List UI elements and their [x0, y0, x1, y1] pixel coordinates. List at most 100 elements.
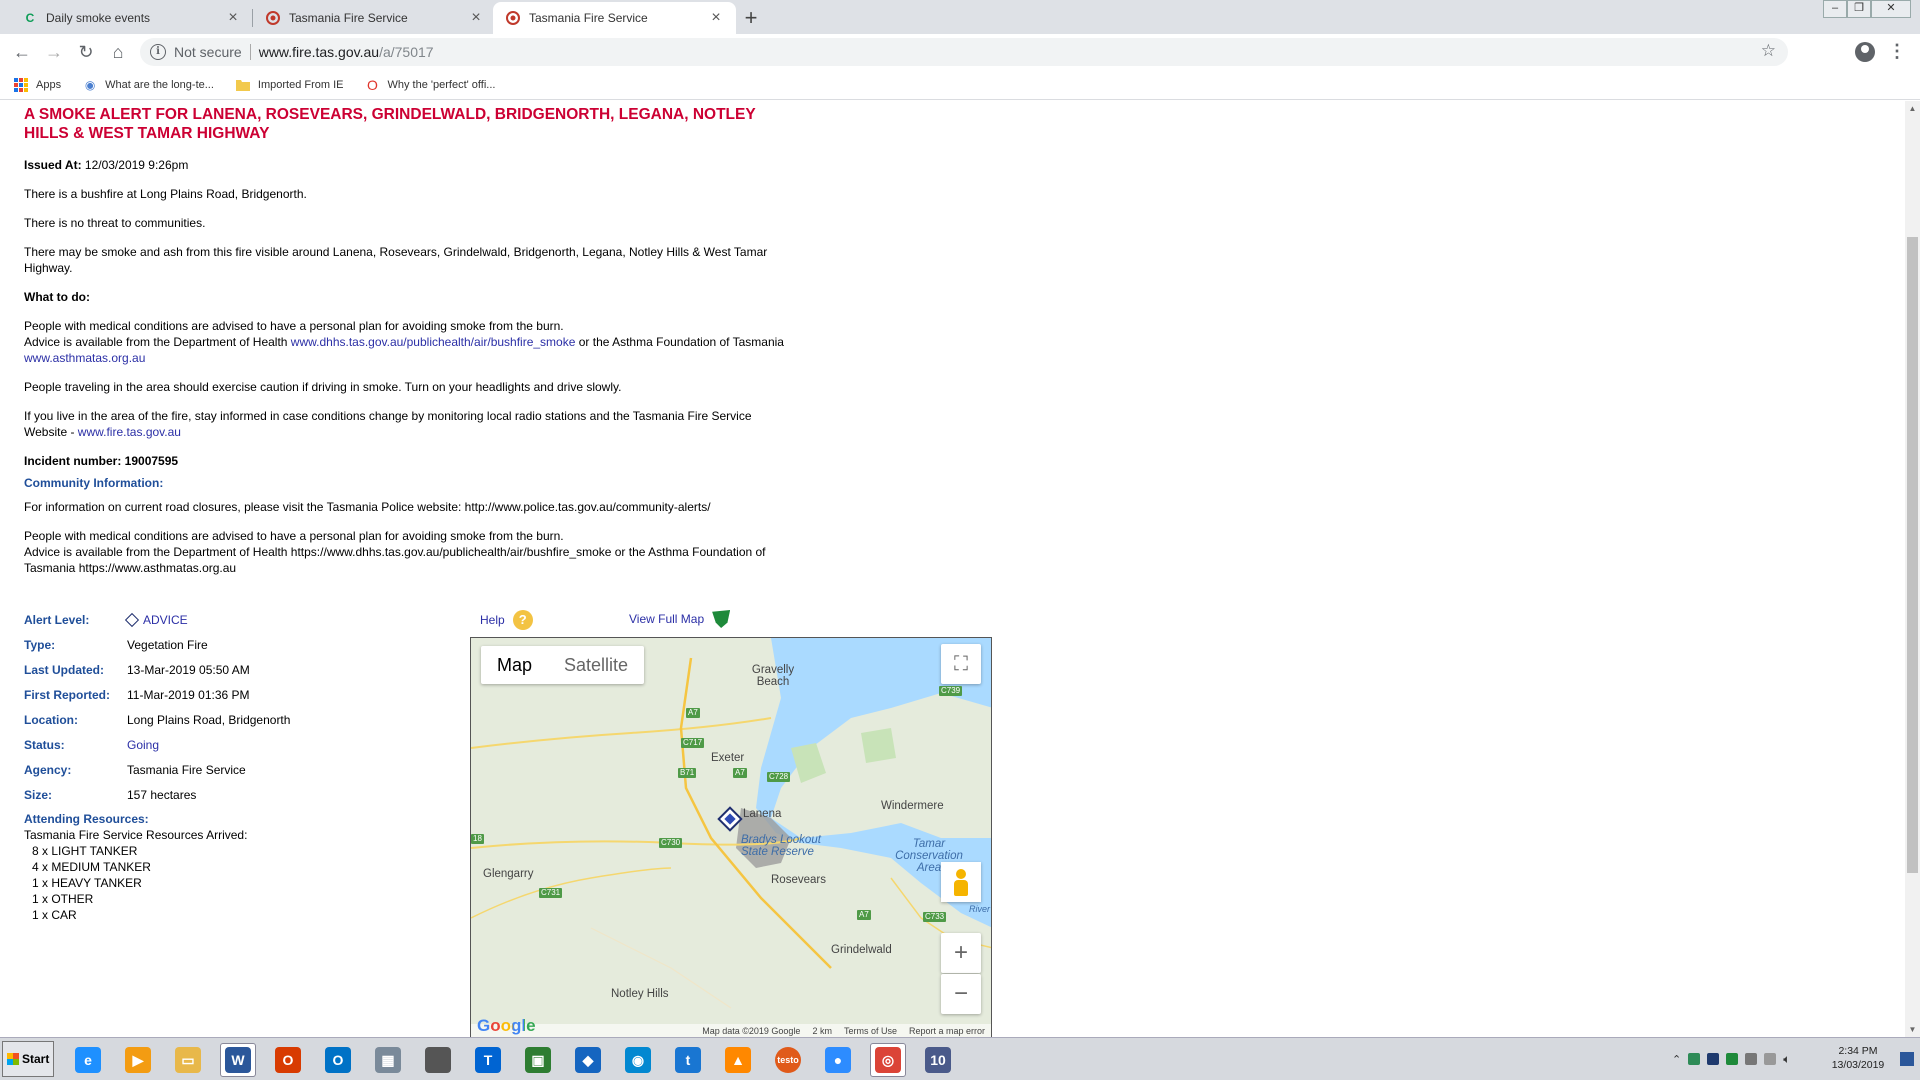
notification-icon[interactable]: [1900, 1052, 1914, 1066]
incident-map[interactable]: Map Satellite ⛶ + − Gravelly Beach Exete…: [470, 637, 992, 1037]
taskbar-app-zoom[interactable]: ●: [820, 1043, 856, 1077]
map-place-label: Bradys Lookout State Reserve: [741, 834, 821, 858]
medical-text: People with medical conditions are advis…: [24, 319, 564, 333]
bookmark-perfect-office[interactable]: O Why the 'perfect' offi...: [366, 77, 495, 93]
info-icon[interactable]: i: [150, 44, 166, 60]
volume-icon[interactable]: 🔈︎: [1783, 1052, 1790, 1067]
scroll-down-arrow-icon[interactable]: ▼: [1905, 1022, 1920, 1037]
page-content: A SMOKE ALERT FOR LANENA, ROSEVEARS, GRI…: [0, 101, 1905, 1037]
tray-shield-icon[interactable]: [1726, 1053, 1739, 1065]
taskbar-app-chrome[interactable]: ◎: [870, 1043, 906, 1077]
taskbar-app-word[interactable]: W: [220, 1043, 256, 1077]
para-stay-informed: If you live in the area of the fire, sta…: [24, 408, 784, 440]
taskbar-app-cube[interactable]: ◆: [570, 1043, 606, 1077]
map-report-error-link[interactable]: Report a map error: [909, 1026, 985, 1036]
forward-arrow-icon[interactable]: →: [40, 38, 68, 66]
map-toggle-satellite[interactable]: Satellite: [548, 646, 644, 684]
start-button[interactable]: Start: [2, 1041, 54, 1077]
close-icon[interactable]: ×: [225, 10, 241, 26]
taskbar-app-outlook[interactable]: O: [320, 1043, 356, 1077]
address-bar[interactable]: i Not secure www.fire.tas.gov.au/a/75017…: [140, 38, 1788, 66]
clock-time: 2:34 PM: [1838, 1045, 1878, 1057]
detail-first-reported: First Reported: 11-Mar-2019 01:36 PM: [24, 682, 404, 707]
zoom-in-button[interactable]: +: [941, 933, 981, 973]
vertical-scrollbar[interactable]: ▲ ▼: [1905, 101, 1920, 1037]
detail-agency: Agency: Tasmania Fire Service: [24, 757, 404, 782]
bookmark-imported-from-ie[interactable]: Imported From IE: [235, 78, 344, 92]
map-place-label: Glengarry: [483, 868, 534, 880]
map-terms-link[interactable]: Terms of Use: [844, 1026, 897, 1036]
incident-number: Incident number: 19007595: [24, 453, 784, 469]
fullscreen-icon[interactable]: ⛶: [941, 644, 981, 684]
bookmark-apps[interactable]: Apps: [14, 77, 61, 92]
cloudcannon-favicon-icon: C: [25, 11, 35, 25]
scroll-up-arrow-icon[interactable]: ▲: [1905, 101, 1920, 116]
map-place-label: Rosevears: [771, 874, 826, 886]
calculator-icon: ▦: [375, 1047, 401, 1073]
map-toggle-map[interactable]: Map: [481, 646, 548, 684]
start-label: Start: [22, 1052, 50, 1066]
incident-label: Incident number: 19007595: [24, 454, 179, 468]
taskbar-app-winrar[interactable]: 10: [920, 1043, 956, 1077]
detail-type: Type: Vegetation Fire: [24, 632, 404, 657]
road-shield: C733: [923, 912, 947, 922]
close-icon[interactable]: ×: [468, 10, 484, 26]
road-shield: A7: [686, 708, 700, 718]
fire-tas-link[interactable]: www.fire.tas.gov.au: [78, 425, 181, 439]
community-road-closures: For information on current road closures…: [24, 500, 711, 514]
taskbar-app-vlc[interactable]: ▲: [720, 1043, 756, 1077]
tray-display-icon[interactable]: [1764, 1053, 1777, 1065]
taskbar-app-camera[interactable]: ◉: [620, 1043, 656, 1077]
restore-icon[interactable]: ❐: [1847, 0, 1871, 18]
bookmark-label: Imported From IE: [257, 78, 344, 91]
system-clock[interactable]: 2:34 PM 13/03/2019: [1826, 1044, 1890, 1072]
detail-label: Size:: [24, 787, 53, 802]
dhhs-link[interactable]: www.dhhs.tas.gov.au/publichealth/air/bus…: [291, 335, 576, 349]
home-icon[interactable]: ⌂: [104, 38, 132, 66]
security-indicator[interactable]: Not secure: [174, 44, 242, 60]
taskbar-app-internet-explorer[interactable]: e: [70, 1043, 106, 1077]
detail-value: 157 hectares: [127, 787, 197, 802]
new-tab-button[interactable]: +: [737, 4, 765, 32]
scrollbar-thumb[interactable]: [1907, 237, 1918, 873]
detail-alert-level: Alert Level: ADVICE: [24, 607, 404, 632]
help-link[interactable]: Help ?: [480, 610, 533, 630]
back-arrow-icon[interactable]: ←: [8, 38, 36, 66]
taskbar-app-t-app[interactable]: t: [670, 1043, 706, 1077]
bookmark-star-icon[interactable]: ☆: [1761, 41, 1776, 61]
view-full-map-link[interactable]: View Full Map: [629, 610, 731, 628]
tray-network-icon[interactable]: [1745, 1053, 1758, 1065]
tray-security-icon[interactable]: [1688, 1053, 1701, 1065]
tab-tasmania-fire-service-1[interactable]: Tasmania Fire Service ×: [253, 2, 496, 34]
taskbar-app-calculator[interactable]: ▦: [370, 1043, 406, 1077]
zoom-out-button[interactable]: −: [941, 974, 981, 1014]
tray-expand-icon[interactable]: ⌃: [1672, 1053, 1681, 1066]
taskbar-app-media-player[interactable]: ▶: [120, 1043, 156, 1077]
taskbar-app-telstra[interactable]: T: [470, 1043, 506, 1077]
taskbar-app-office[interactable]: O: [270, 1043, 306, 1077]
taskbar-app-apple[interactable]: [420, 1043, 456, 1077]
asthmatas-link[interactable]: www.asthmatas.org.au: [24, 351, 145, 365]
chrome-icon: ◎: [875, 1047, 901, 1073]
minimize-icon[interactable]: –: [1823, 0, 1847, 18]
profile-avatar-icon[interactable]: [1855, 42, 1875, 62]
map-type-toggle: Map Satellite: [481, 646, 645, 684]
tab-tasmania-fire-service-2[interactable]: Tasmania Fire Service ×: [493, 2, 736, 34]
alert-title: A SMOKE ALERT FOR LANENA, ROSEVEARS, GRI…: [24, 106, 756, 142]
bookmark-long-term[interactable]: ◉ What are the long-te...: [83, 78, 214, 92]
road-shield: C717: [681, 738, 705, 748]
taskbar-app-app[interactable]: ▣: [520, 1043, 556, 1077]
taskbar-app-file-explorer[interactable]: ▭: [170, 1043, 206, 1077]
tray-app-icon[interactable]: [1707, 1053, 1720, 1065]
close-window-icon[interactable]: ✕: [1871, 0, 1911, 18]
detail-status: Status: Going: [24, 732, 404, 757]
testo-icon: testo: [775, 1047, 801, 1073]
detail-value[interactable]: ADVICE: [124, 612, 188, 627]
road-shield: C739: [939, 686, 963, 696]
taskbar-app-testo[interactable]: testo: [770, 1043, 806, 1077]
reload-icon[interactable]: ↻: [72, 38, 100, 66]
detail-value: Tasmania Fire Service: [127, 762, 246, 777]
tab-daily-smoke-events[interactable]: C Daily smoke events ×: [10, 2, 253, 34]
close-icon[interactable]: ×: [708, 10, 724, 26]
menu-kebab-icon[interactable]: ⋮: [1888, 40, 1906, 64]
